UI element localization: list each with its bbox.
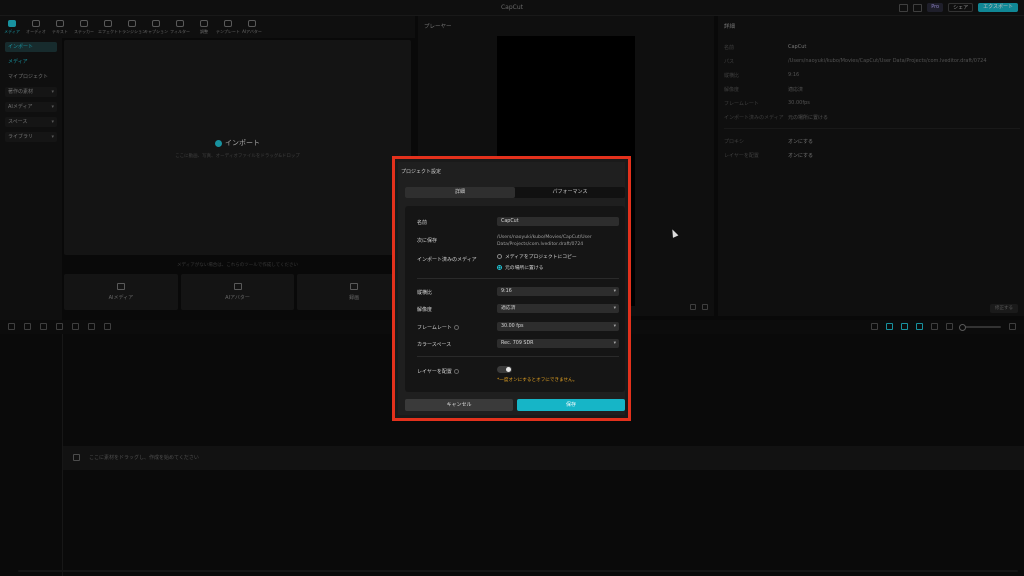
radio-keep-original[interactable]: 元の場所に置ける: [497, 264, 543, 271]
save-to-path[interactable]: /Users/naoyuki/kubo/Movies/CapCut/User D…: [497, 234, 617, 248]
dialog-title: プロジェクト設定: [401, 169, 442, 175]
aspect-label: 縦横比: [417, 290, 433, 296]
tab-details[interactable]: 詳細: [405, 187, 515, 198]
framerate-label: フレームレート: [417, 324, 459, 331]
save-to-label: 次に保存: [417, 238, 438, 244]
aspect-select[interactable]: 9:16: [497, 287, 619, 296]
highlight-frame: プロジェクト設定 詳細 パフォーマンス 名前 CapCut 次に保存 /User…: [392, 156, 631, 421]
help-icon[interactable]: [453, 325, 459, 330]
resolution-select[interactable]: 適応済: [497, 304, 619, 313]
radio-unselected-icon: [497, 254, 502, 259]
resolution-label: 解像度: [417, 307, 433, 313]
radio-copy-media[interactable]: メディアをプロジェクトにコピー: [497, 253, 577, 260]
cancel-button[interactable]: キャンセル: [405, 399, 513, 411]
layer-toggle[interactable]: [497, 366, 512, 373]
layer-label: レイヤーを配置: [417, 368, 459, 375]
framerate-select[interactable]: 30.00 fps: [497, 322, 619, 331]
body-divider-2: [417, 356, 619, 357]
radio-selected-icon: [497, 265, 502, 270]
imported-media-label: インポート済みのメディア: [417, 257, 477, 263]
name-label: 名前: [417, 220, 428, 226]
colorspace-select[interactable]: Rec. 709 SDR: [497, 339, 619, 348]
tab-performance[interactable]: パフォーマンス: [515, 187, 625, 198]
layer-warning: *一度オンにするとオフにできません。: [497, 378, 578, 383]
name-field[interactable]: CapCut: [497, 217, 619, 226]
colorspace-label: カラースペース: [417, 342, 452, 348]
help-icon[interactable]: [453, 369, 459, 374]
project-settings-dialog: プロジェクト設定 詳細 パフォーマンス 名前 CapCut 次に保存 /User…: [398, 162, 625, 415]
dialog-body: 名前 CapCut 次に保存 /Users/naoyuki/kubo/Movie…: [405, 206, 625, 392]
body-divider-1: [417, 278, 619, 279]
save-button[interactable]: 保存: [517, 399, 625, 411]
dialog-tabs: 詳細 パフォーマンス: [405, 187, 625, 198]
